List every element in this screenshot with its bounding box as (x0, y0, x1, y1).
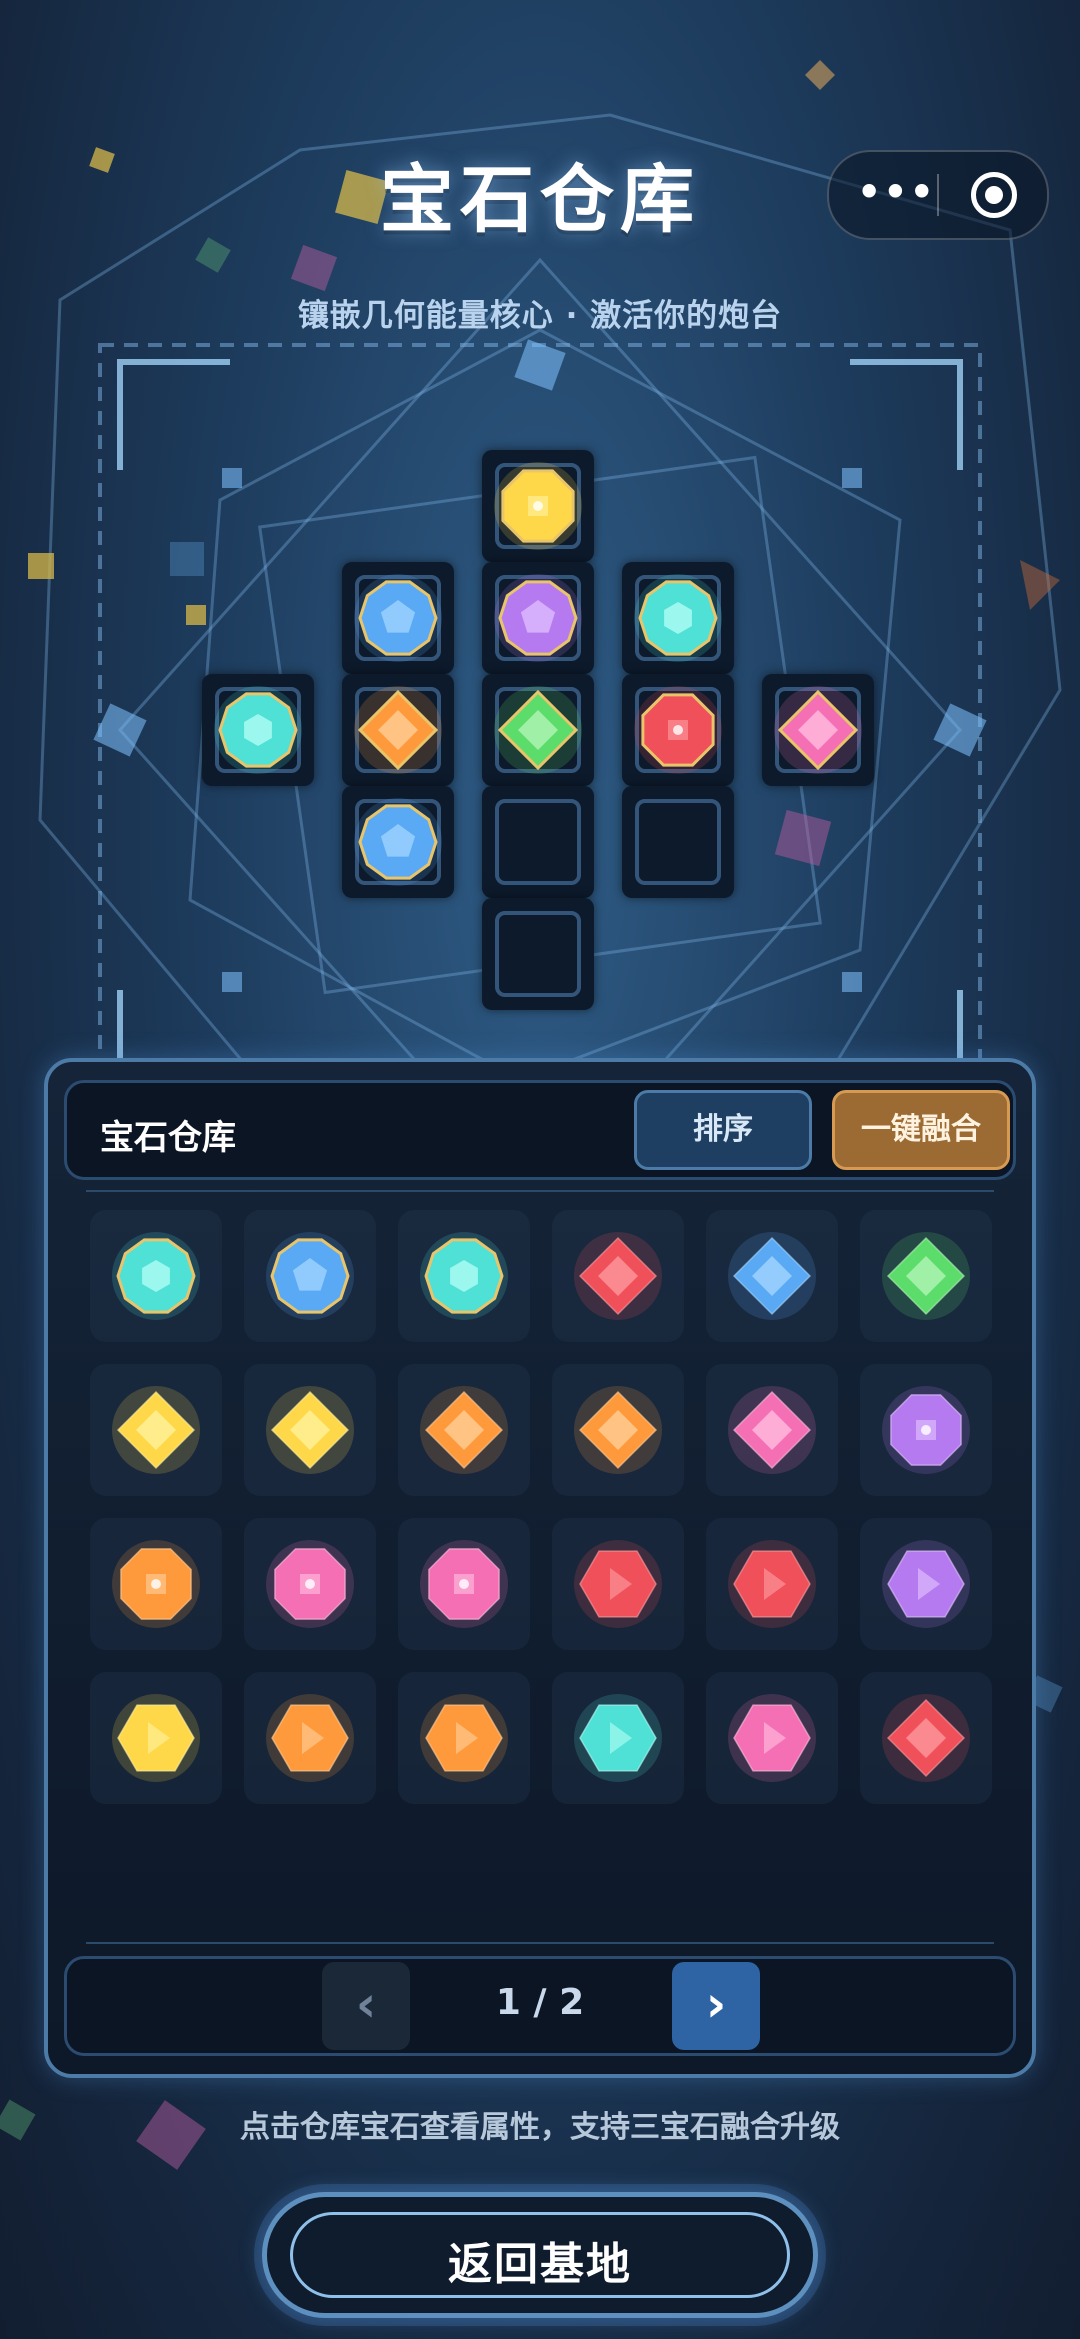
warehouse-gem-cell[interactable] (90, 1364, 222, 1496)
yellow-hexagon-gem-icon (112, 1694, 200, 1782)
warehouse-gem-cell[interactable] (398, 1210, 530, 1342)
sort-button[interactable]: 排序 (634, 1090, 812, 1170)
pink-diamond-gem-icon (728, 1386, 816, 1474)
warehouse-gem-cell[interactable] (860, 1518, 992, 1650)
socket-slot-blue-pentagon[interactable] (342, 786, 454, 898)
purple-hexagon-gem-icon (882, 1540, 970, 1628)
prev-page-button[interactable]: ‹ (322, 1962, 410, 2050)
green-diamond-gem-icon (882, 1232, 970, 1320)
mini-program-capsule: ••• (827, 150, 1049, 240)
warehouse-gem-cell[interactable] (244, 1518, 376, 1650)
warehouse-gem-cell[interactable] (398, 1518, 530, 1650)
blue-pentagon-gem-icon (354, 574, 442, 662)
panel-divider-bottom (86, 1942, 994, 1944)
page-subtitle: 镶嵌几何能量核心 · 激活你的炮台 (297, 298, 783, 334)
cyan-hexagon-gem-icon (574, 1694, 662, 1782)
warehouse-gem-cell[interactable] (90, 1518, 222, 1650)
red-diamond-gem-icon (574, 1232, 662, 1320)
empty-gem-slot[interactable] (482, 898, 594, 1010)
red-hexagon-gem-icon (574, 1540, 662, 1628)
more-dots-icon[interactable]: ••• (857, 170, 934, 220)
warehouse-gem-cell[interactable] (244, 1210, 376, 1342)
socket-slot-yellow-octagon[interactable] (482, 450, 594, 562)
pink-diamond-gem-icon (774, 686, 862, 774)
socket-slot-purple-pentagon[interactable] (482, 562, 594, 674)
empty-gem-slot[interactable] (482, 786, 594, 898)
cyan-hexagon-gem-icon (420, 1232, 508, 1320)
warehouse-gem-cell[interactable] (552, 1210, 684, 1342)
cyan-hexagon-gem-icon (214, 686, 302, 774)
one-key-fuse-button[interactable]: 一键融合 (832, 1090, 1010, 1170)
target-circle-icon[interactable] (971, 172, 1017, 218)
panel-divider-top (86, 1190, 994, 1192)
warehouse-gem-cell[interactable] (552, 1364, 684, 1496)
socket-slot-green-diamond[interactable] (482, 674, 594, 786)
warehouse-gem-cell[interactable] (860, 1672, 992, 1804)
warehouse-title: 宝石仓库 (100, 1118, 236, 1158)
back-to-base-label[interactable]: 返回基地 (262, 2228, 818, 2292)
warehouse-gem-cell[interactable] (706, 1210, 838, 1342)
empty-gem-slot[interactable] (622, 786, 734, 898)
red-hexagon-gem-icon (728, 1540, 816, 1628)
warehouse-gem-cell[interactable] (244, 1672, 376, 1804)
orange-diamond-gem-icon (574, 1386, 662, 1474)
socket-slot-red-octagon[interactable] (622, 674, 734, 786)
warehouse-gem-cell[interactable] (90, 1210, 222, 1342)
socket-slot-orange-diamond[interactable] (342, 674, 454, 786)
page-indicator: 1 / 2 (495, 1982, 585, 2023)
orange-diamond-gem-icon (354, 686, 442, 774)
next-page-button[interactable]: › (672, 1962, 760, 2050)
red-diamond-gem-icon (882, 1694, 970, 1782)
socket-slot-cyan-hexagon[interactable] (622, 562, 734, 674)
warehouse-gem-cell[interactable] (860, 1364, 992, 1496)
socket-slot-cyan-hexagon[interactable] (202, 674, 314, 786)
warehouse-gem-cell[interactable] (706, 1364, 838, 1496)
warehouse-gem-cell[interactable] (90, 1672, 222, 1804)
yellow-octagon-gem-icon (494, 462, 582, 550)
warehouse-gem-cell[interactable] (706, 1672, 838, 1804)
pink-hexagon-gem-icon (728, 1694, 816, 1782)
capsule-divider (937, 174, 939, 216)
yellow-diamond-gem-icon (112, 1386, 200, 1474)
warehouse-gem-cell[interactable] (552, 1672, 684, 1804)
warehouse-gem-cell[interactable] (244, 1364, 376, 1496)
orange-hexagon-gem-icon (266, 1694, 354, 1782)
cyan-hexagon-gem-icon (112, 1232, 200, 1320)
hint-text: 点击仓库宝石查看属性，支持三宝石融合升级 (240, 2110, 840, 2145)
purple-pentagon-gem-icon (494, 574, 582, 662)
warehouse-gem-cell[interactable] (706, 1518, 838, 1650)
pink-octagon-gem-icon (420, 1540, 508, 1628)
green-diamond-gem-icon (494, 686, 582, 774)
cyan-hexagon-gem-icon (634, 574, 722, 662)
blue-pentagon-gem-icon (354, 798, 442, 886)
yellow-diamond-gem-icon (266, 1386, 354, 1474)
orange-hexagon-gem-icon (420, 1694, 508, 1782)
blue-pentagon-gem-icon (266, 1232, 354, 1320)
socket-slot-blue-pentagon[interactable] (342, 562, 454, 674)
purple-octagon-gem-icon (882, 1386, 970, 1474)
socket-slot-pink-diamond[interactable] (762, 674, 874, 786)
warehouse-gem-cell[interactable] (552, 1518, 684, 1650)
orange-octagon-gem-icon (112, 1540, 200, 1628)
warehouse-gem-cell[interactable] (398, 1672, 530, 1804)
warehouse-gem-cell[interactable] (398, 1364, 530, 1496)
pink-octagon-gem-icon (266, 1540, 354, 1628)
blue-diamond-gem-icon (728, 1232, 816, 1320)
red-octagon-gem-icon (634, 686, 722, 774)
orange-diamond-gem-icon (420, 1386, 508, 1474)
warehouse-gem-cell[interactable] (860, 1210, 992, 1342)
